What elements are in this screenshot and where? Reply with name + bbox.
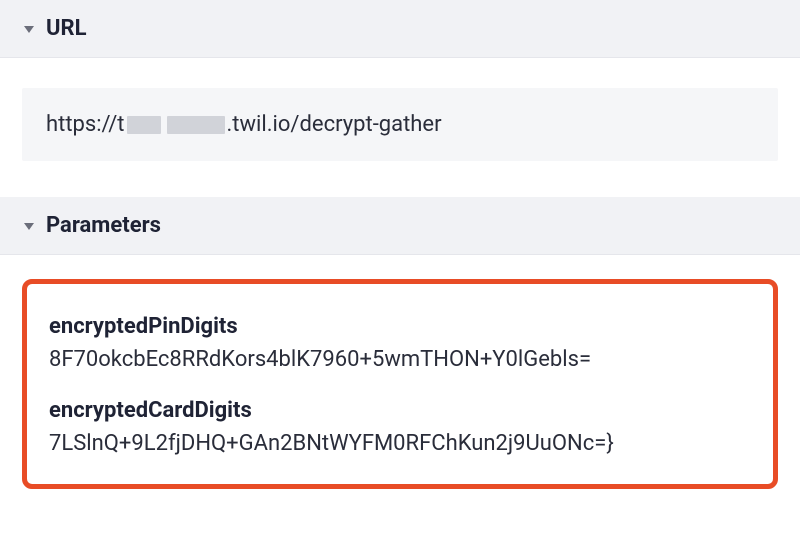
url-suffix-text: .twil.io/decrypt-gather <box>227 112 442 137</box>
url-section-content: https://t .twil.io/decrypt-gather <box>0 58 800 197</box>
url-value-box: https://t .twil.io/decrypt-gather <box>22 88 778 161</box>
parameter-row: encryptedCardDigits 7LSlnQ+9L2fjDHQ+GAn2… <box>49 398 751 456</box>
url-section-title: URL <box>46 16 87 41</box>
parameters-section-title: Parameters <box>46 213 161 238</box>
parameter-name: encryptedPinDigits <box>49 314 751 339</box>
parameters-highlight-box: encryptedPinDigits 8F70okcbEc8RRdKors4bl… <box>22 279 778 489</box>
parameters-section-header[interactable]: Parameters <box>0 197 800 255</box>
chevron-down-icon <box>22 219 36 233</box>
parameters-section-content: encryptedPinDigits 8F70okcbEc8RRdKors4bl… <box>0 255 800 513</box>
chevron-down-icon <box>22 22 36 36</box>
parameter-value: 7LSlnQ+9L2fjDHQ+GAn2BNtWYFM0RFChKun2j9Uu… <box>49 431 751 456</box>
parameter-value: 8F70okcbEc8RRdKors4blK7960+5wmTHON+Y0lGe… <box>49 347 751 372</box>
parameter-name: encryptedCardDigits <box>49 398 751 423</box>
url-section-header[interactable]: URL <box>0 0 800 58</box>
url-redacted-segment <box>127 116 225 134</box>
parameter-row: encryptedPinDigits 8F70okcbEc8RRdKors4bl… <box>49 314 751 372</box>
url-prefix-text: https://t <box>46 112 125 137</box>
